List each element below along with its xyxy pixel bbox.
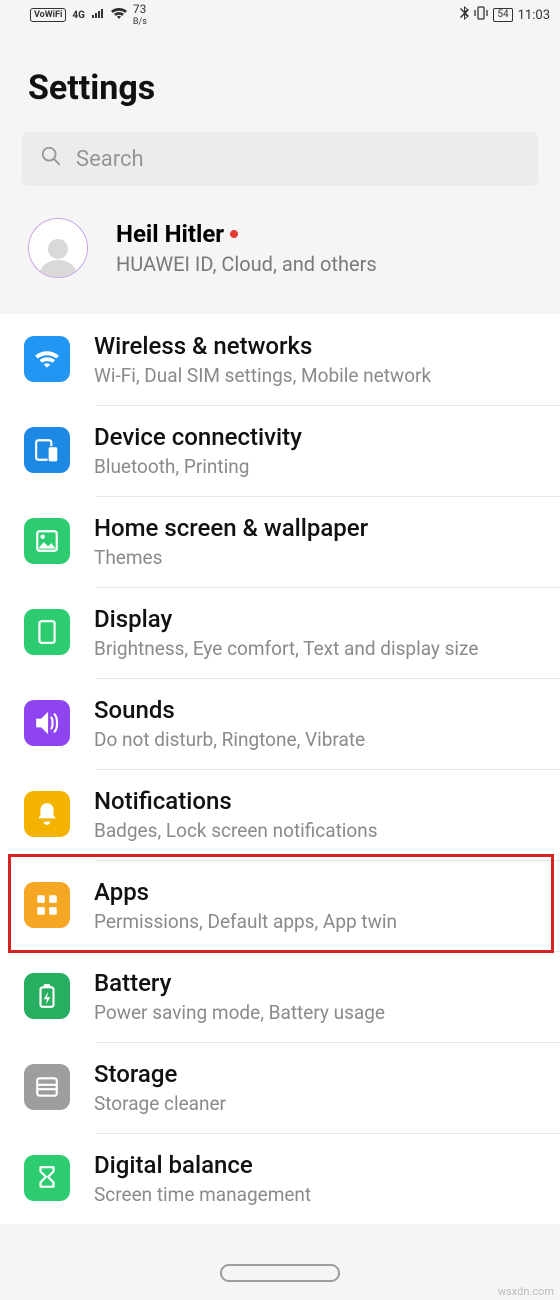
account-name: Heil Hitler — [116, 220, 224, 248]
item-label: Notifications — [94, 787, 378, 815]
sound-icon — [24, 700, 70, 746]
settings-item-display[interactable]: Display Brightness, Eye comfort, Text and… — [0, 587, 560, 678]
search-icon — [40, 145, 62, 173]
settings-item-wireless-networks[interactable]: Wireless & networks Wi-Fi, Dual SIM setti… — [0, 314, 560, 405]
settings-item-storage[interactable]: Storage Storage cleaner — [0, 1042, 560, 1133]
device-icon — [24, 427, 70, 473]
wifi-status-icon — [111, 7, 127, 23]
notification-dot-icon — [230, 230, 238, 238]
item-subtitle: Brightness, Eye comfort, Text and displa… — [94, 637, 478, 660]
item-label: Apps — [94, 878, 397, 906]
storage-icon — [24, 1064, 70, 1110]
display-icon — [24, 609, 70, 655]
item-label: Wireless & networks — [94, 332, 431, 360]
battery-indicator: 54 — [493, 8, 512, 22]
bluetooth-icon — [460, 6, 469, 24]
navigation-pill[interactable] — [220, 1264, 340, 1282]
hourglass-icon — [24, 1155, 70, 1201]
item-text: Apps Permissions, Default apps, App twin — [94, 878, 397, 933]
item-label: Home screen & wallpaper — [94, 514, 368, 542]
item-label: Digital balance — [94, 1151, 311, 1179]
settings-item-device-connectivity[interactable]: Device connectivity Bluetooth, Printing — [0, 405, 560, 496]
item-text: Sounds Do not disturb, Ringtone, Vibrate — [94, 696, 365, 751]
item-subtitle: Storage cleaner — [94, 1092, 226, 1115]
item-label: Display — [94, 605, 478, 633]
item-subtitle: Bluetooth, Printing — [94, 455, 302, 478]
clock: 11:03 — [518, 8, 550, 23]
status-bar: VoWiFi 4G 73B/s 54 11:03 — [0, 0, 560, 30]
watermark: wsxdn.com — [498, 1285, 554, 1298]
settings-item-home-screen-wallpaper[interactable]: Home screen & wallpaper Themes — [0, 496, 560, 587]
item-text: Wireless & networks Wi-Fi, Dual SIM setti… — [94, 332, 431, 387]
item-label: Storage — [94, 1060, 226, 1088]
item-text: Home screen & wallpaper Themes — [94, 514, 368, 569]
item-text: Storage Storage cleaner — [94, 1060, 226, 1115]
vibrate-icon — [474, 6, 488, 24]
item-label: Device connectivity — [94, 423, 302, 451]
settings-item-apps[interactable]: Apps Permissions, Default apps, App twin — [0, 860, 560, 951]
bell-icon — [24, 791, 70, 837]
item-subtitle: Permissions, Default apps, App twin — [94, 910, 397, 933]
settings-list: Wireless & networks Wi-Fi, Dual SIM setti… — [0, 314, 560, 1224]
search-input[interactable]: Search — [22, 132, 538, 186]
settings-item-battery[interactable]: Battery Power saving mode, Battery usage — [0, 951, 560, 1042]
item-text: Display Brightness, Eye comfort, Text and… — [94, 605, 478, 660]
item-subtitle: Do not disturb, Ringtone, Vibrate — [94, 728, 365, 751]
vowifi-indicator: VoWiFi — [30, 8, 66, 22]
battery-icon — [24, 973, 70, 1019]
search-placeholder: Search — [76, 147, 144, 172]
page-title: Settings — [0, 30, 560, 132]
settings-item-notifications[interactable]: Notifications Badges, Lock screen notific… — [0, 769, 560, 860]
network-gen-icon: 4G — [72, 10, 85, 21]
settings-item-sounds[interactable]: Sounds Do not disturb, Ringtone, Vibrate — [0, 678, 560, 769]
wallpaper-icon — [24, 518, 70, 564]
item-subtitle: Power saving mode, Battery usage — [94, 1001, 385, 1024]
item-subtitle: Badges, Lock screen notifications — [94, 819, 378, 842]
network-speed: 73B/s — [133, 3, 147, 27]
item-subtitle: Themes — [94, 546, 368, 569]
item-label: Sounds — [94, 696, 365, 724]
signal-icon — [91, 8, 105, 23]
item-label: Battery — [94, 969, 385, 997]
item-text: Battery Power saving mode, Battery usage — [94, 969, 385, 1024]
status-left: VoWiFi 4G 73B/s — [30, 3, 147, 27]
status-right: 54 11:03 — [460, 6, 550, 24]
avatar — [28, 218, 88, 278]
account-text: Heil Hitler HUAWEI ID, Cloud, and others — [116, 220, 377, 276]
apps-icon — [24, 882, 70, 928]
item-text: Notifications Badges, Lock screen notific… — [94, 787, 378, 842]
item-text: Device connectivity Bluetooth, Printing — [94, 423, 302, 478]
settings-item-digital-balance[interactable]: Digital balance Screen time management — [0, 1133, 560, 1224]
item-text: Digital balance Screen time management — [94, 1151, 311, 1206]
account-subtitle: HUAWEI ID, Cloud, and others — [116, 252, 377, 276]
account-row[interactable]: Heil Hitler HUAWEI ID, Cloud, and others — [0, 198, 560, 304]
wifi-icon — [24, 336, 70, 382]
item-subtitle: Screen time management — [94, 1183, 311, 1206]
item-subtitle: Wi-Fi, Dual SIM settings, Mobile network — [94, 364, 431, 387]
